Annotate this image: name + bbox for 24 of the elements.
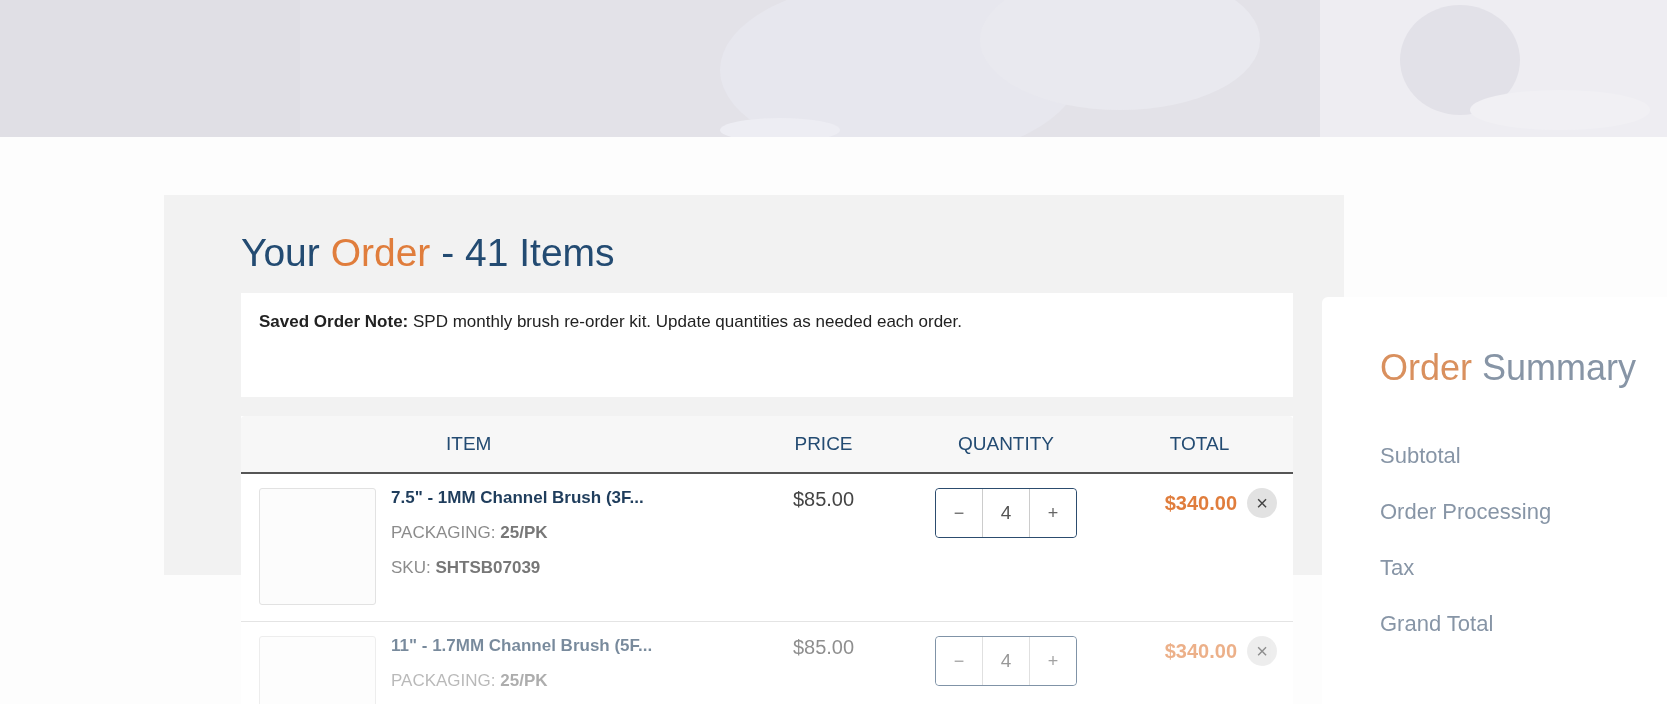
sku-text: SKU: SHTSB07039: [391, 558, 542, 578]
line-total: $340.00: [1164, 639, 1237, 663]
packaging-text: PACKAGING: 25/PK: [391, 523, 549, 543]
summary-label: Grand Total: [1380, 611, 1494, 637]
packaging-text: PACKAGING: 25/PK: [391, 671, 549, 691]
price-text: $85.00: [792, 488, 855, 510]
summary-label: Tax: [1380, 555, 1415, 581]
quantity-stepper[interactable]: − 4 +: [935, 488, 1077, 538]
order-title: Your Order - 41 Items: [241, 231, 616, 275]
quantity-field[interactable]: 4: [982, 637, 1030, 685]
order-note: Saved Order Note: SPD monthly brush re-order kit. Update quantities as needed each order.: [259, 312, 964, 332]
product-name[interactable]: 7.5" - 1MM Channel Brush (3F...: [391, 488, 741, 508]
summary-label: Order Processing: [1380, 499, 1552, 525]
remove-button[interactable]: ×: [1247, 488, 1277, 518]
column-header: QUANTITY: [956, 433, 1056, 455]
column-header: TOTAL: [1168, 433, 1231, 455]
quantity-stepper[interactable]: − 4 +: [935, 636, 1077, 686]
line-total: $340.00: [1164, 491, 1237, 515]
column-header: ITEM: [445, 433, 493, 455]
summary-title: Order Summary: [1380, 347, 1637, 389]
product-name[interactable]: 11" - 1.7MM Channel Brush (5F...: [391, 636, 741, 656]
price-text: $85.00: [792, 636, 855, 658]
summary-label: Subtotal: [1380, 443, 1461, 469]
column-header: PRICE: [793, 433, 854, 455]
